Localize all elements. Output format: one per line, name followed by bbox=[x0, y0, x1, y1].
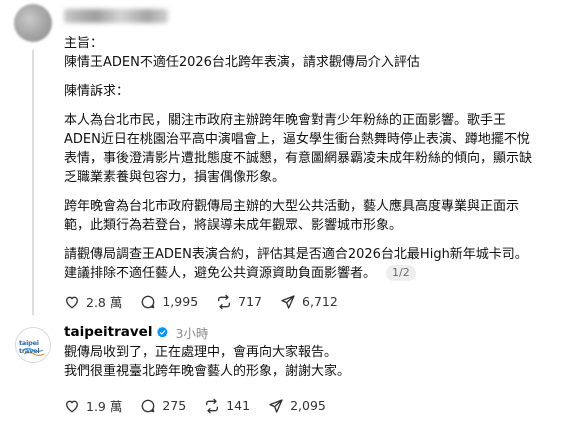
post-line: 陳情王ADEN不適任2026台北跨年表演，請求觀傳局介入評估 bbox=[64, 55, 420, 70]
thread-connector-line bbox=[32, 50, 34, 315]
comment-icon bbox=[142, 399, 155, 412]
post-line: 建議排除不適任藝人，避免公共資源資助負面影響者。 1/2 bbox=[64, 264, 564, 283]
post-line: 範，此類行為若登台，將誤導未成年觀眾、影響城市形象。 bbox=[64, 218, 403, 233]
reply-line: 觀傳局收到了，正在處理中，會再向大家報告。 bbox=[64, 345, 338, 360]
author-avatar-blurred[interactable] bbox=[14, 4, 52, 42]
author-name-blurred[interactable] bbox=[64, 9, 168, 23]
post-line: 主旨： bbox=[64, 36, 104, 51]
post-line-text: 建議排除不適任藝人，避免公共資源資助負面影響者。 bbox=[64, 266, 377, 281]
reply-username[interactable]: taipeitravel bbox=[64, 324, 152, 340]
post-line: 本人為台北市民，關注市政府主辦跨年晚會對青少年粉絲的正面影響。歌手王 bbox=[64, 113, 507, 128]
send-icon bbox=[281, 294, 295, 309]
post-action-bar: 2.8 萬 1,995 717 6,712 bbox=[64, 292, 356, 311]
like-button[interactable]: 2.8 萬 bbox=[64, 292, 122, 311]
reply-repost-count: 141 bbox=[226, 398, 251, 413]
share-count: 6,712 bbox=[302, 294, 338, 309]
post-line: 表情，事後澄清影片遭批態度不誠懇，有意圖網暴霸凌未成年粉絲的傾向，顯示缺 bbox=[64, 151, 533, 166]
post-text: 主旨： 陳情王ADEN不適任2026台北跨年表演，請求觀傳局介入評估 陳情訴求：… bbox=[64, 34, 564, 283]
reply-text: 觀傳局收到了，正在處理中，會再向大家報告。 我們很重視臺北跨年晚會藝人的形象，謝… bbox=[64, 343, 544, 381]
repost-icon bbox=[206, 398, 219, 413]
post-line: 請觀傳局調查王ADEN表演合約，評估其是否適合2026台北最High新年城卡司。 bbox=[64, 247, 528, 262]
page-indicator-badge: 1/2 bbox=[386, 265, 416, 281]
avatar-logo-text: taipei travel bbox=[19, 339, 40, 355]
repost-button[interactable]: 717 bbox=[216, 294, 262, 310]
post-line: ADEN近日在桃園治平高中演唱會上，逼女學生衝台熱舞時停止表演、蹲地擺不悅 bbox=[64, 132, 530, 147]
verified-badge-icon bbox=[157, 326, 169, 337]
like-count: 2.8 萬 bbox=[86, 295, 123, 310]
reply-like-count: 1.9 萬 bbox=[86, 399, 123, 414]
reply-share-count: 2,095 bbox=[290, 398, 326, 413]
reply-action-bar: 1.9 萬 275 141 2,095 bbox=[64, 396, 344, 415]
reply-comment-count: 275 bbox=[162, 398, 187, 413]
reply-header: taipeitravel 3小時 bbox=[64, 323, 208, 341]
reply-comment-button[interactable]: 275 bbox=[140, 398, 186, 414]
reply-share-button[interactable]: 2,095 bbox=[268, 398, 326, 414]
comment-button[interactable]: 1,995 bbox=[140, 294, 198, 310]
reply-repost-button[interactable]: 141 bbox=[204, 398, 250, 414]
post-line: 陳情訴求： bbox=[64, 84, 130, 99]
repost-icon bbox=[218, 294, 231, 309]
repost-count: 717 bbox=[238, 294, 263, 309]
heart-icon bbox=[66, 296, 78, 308]
reply-avatar[interactable]: taipei travel bbox=[15, 327, 51, 363]
share-button[interactable]: 6,712 bbox=[280, 294, 338, 310]
post-line: 跨年晚會為台北市政府觀傳局主辦的大型公共活動，藝人應具高度專業與正面示 bbox=[64, 199, 520, 214]
threads-post-page: 主旨： 陳情王ADEN不適任2026台北跨年表演，請求觀傳局介入評估 陳情訴求：… bbox=[0, 0, 571, 424]
heart-icon bbox=[66, 400, 78, 412]
send-icon bbox=[269, 398, 283, 413]
comment-count: 1,995 bbox=[162, 294, 199, 309]
comment-icon bbox=[142, 295, 155, 308]
reply-line: 我們很重視臺北跨年晚會藝人的形象，謝謝大家。 bbox=[64, 364, 351, 379]
post-line: 乏職業素養與包容力，損害偶像形象。 bbox=[64, 170, 286, 185]
reply-like-button[interactable]: 1.9 萬 bbox=[64, 396, 122, 415]
reply-timestamp: 3小時 bbox=[175, 325, 209, 341]
